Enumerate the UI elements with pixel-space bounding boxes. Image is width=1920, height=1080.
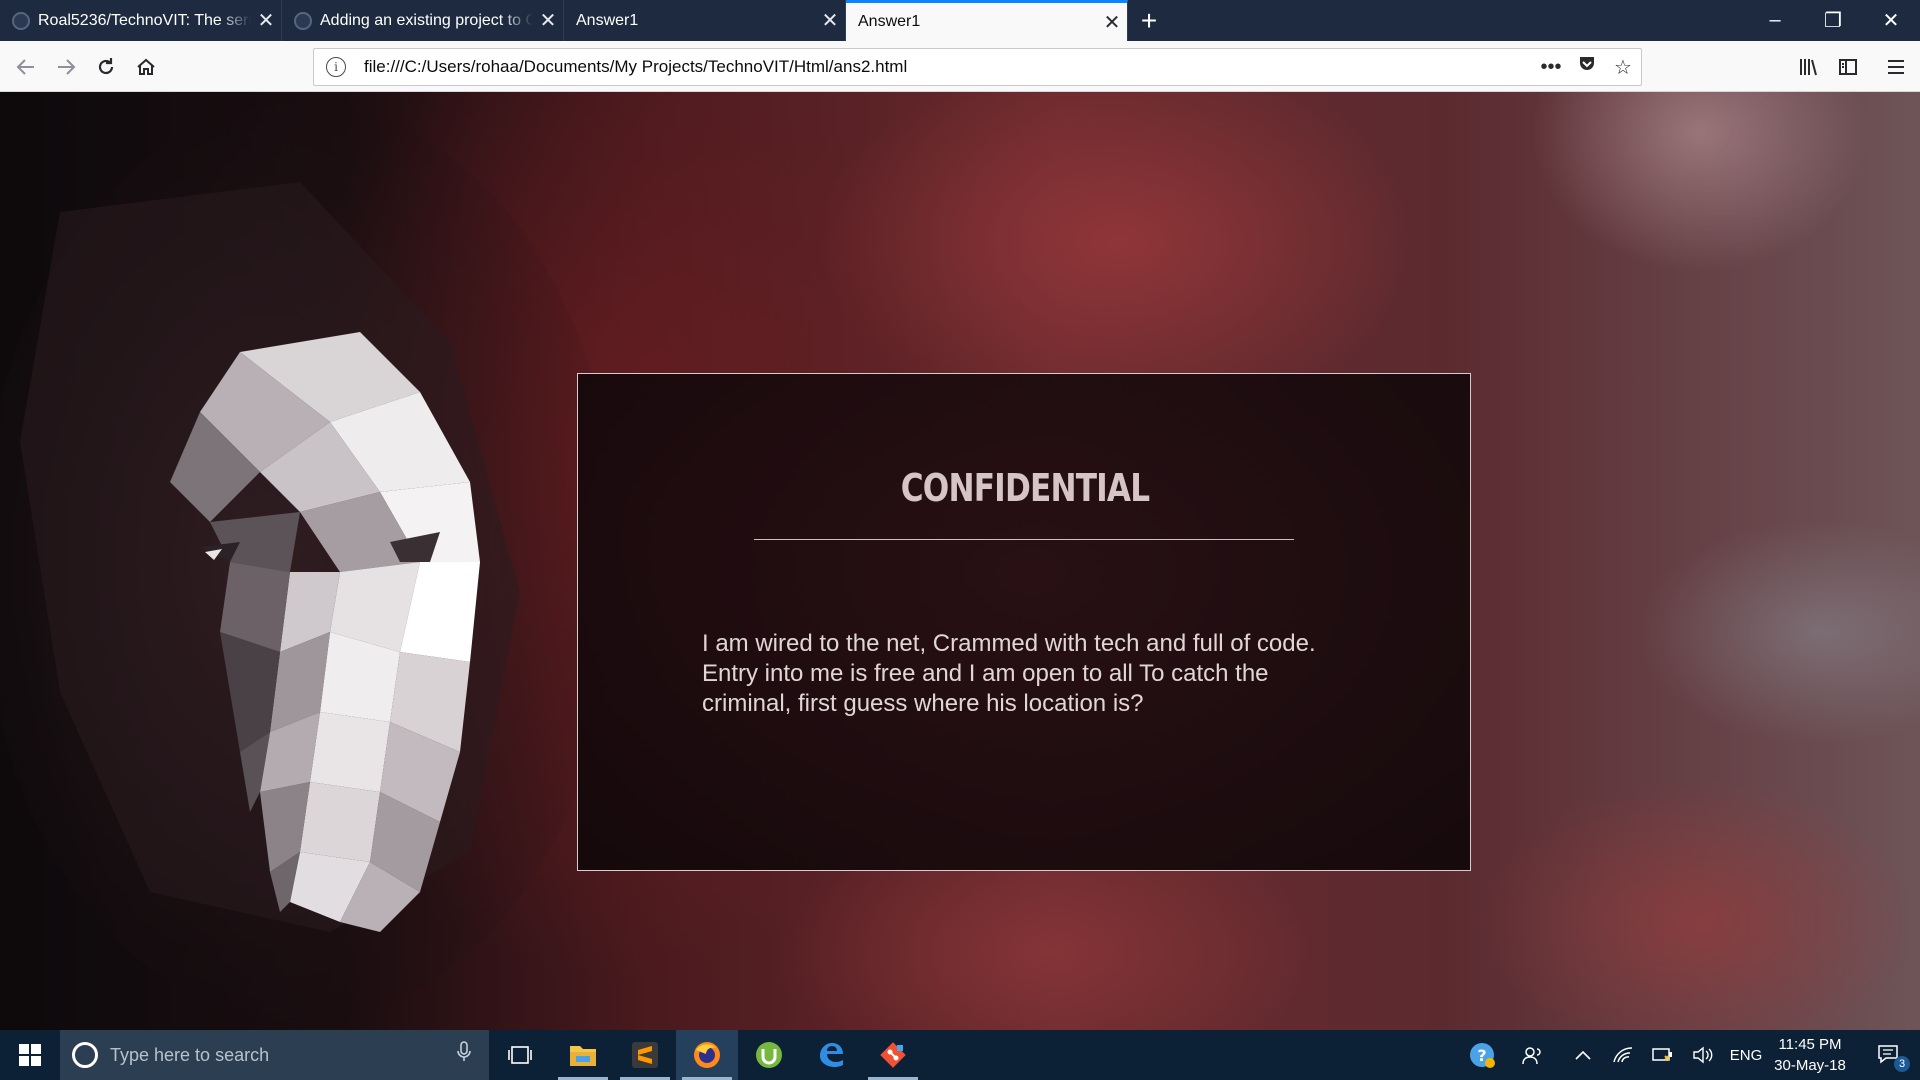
minimize-icon[interactable]: – [1746, 0, 1804, 41]
microphone-icon[interactable] [457, 1041, 471, 1069]
tab-close-icon[interactable]: ✕ [251, 8, 281, 33]
tab-title: Answer1 [858, 13, 921, 30]
start-button[interactable] [0, 1030, 60, 1080]
library-icon[interactable] [1790, 49, 1826, 85]
tab-answer1[interactable]: Answer1 ✕ [564, 0, 846, 41]
page-actions-icon[interactable]: ••• [1533, 56, 1569, 79]
back-arrow-icon [16, 59, 34, 75]
confidential-card: CONFIDENTIAL I am wired to the net, Cram… [577, 373, 1471, 871]
url-text[interactable]: file:///C:/Users/rohaa/Documents/My Proj… [364, 57, 1533, 77]
new-tab-button[interactable]: + [1128, 0, 1170, 41]
bookmark-star-icon[interactable]: ☆ [1605, 55, 1641, 80]
action-center-button[interactable]: 3 [1866, 1030, 1914, 1080]
github-icon [294, 11, 312, 30]
edge-icon[interactable] [800, 1030, 862, 1080]
low-poly-face-illustration [0, 102, 620, 1022]
search-placeholder[interactable]: Type here to search [110, 1045, 457, 1066]
page-info-icon[interactable]: i [326, 57, 346, 77]
file-explorer-icon[interactable] [552, 1030, 614, 1080]
task-view-icon[interactable] [489, 1030, 551, 1080]
tab-close-icon[interactable]: ✕ [815, 8, 845, 33]
git-icon[interactable] [862, 1030, 924, 1080]
volume-icon[interactable] [1688, 1030, 1718, 1080]
language-indicator[interactable]: ENG [1726, 1030, 1766, 1080]
firefox-icon[interactable] [676, 1030, 738, 1080]
clock-date: 30-May-18 [1774, 1057, 1846, 1074]
notification-count-badge: 3 [1894, 1056, 1910, 1072]
tab-title: Answer1 [576, 11, 639, 29]
confidential-heading: CONFIDENTIAL [900, 466, 1150, 510]
tab-github-technovit[interactable]: Roal5236/TechnoVIT: The series of ✕ [0, 0, 282, 41]
pocket-icon[interactable] [1569, 54, 1605, 80]
sidebar-toggle-icon[interactable] [1830, 49, 1866, 85]
back-button[interactable] [8, 49, 44, 85]
people-icon[interactable] [1516, 1030, 1550, 1080]
sublime-text-icon[interactable] [614, 1030, 676, 1080]
tab-answer1-active[interactable]: Answer1 ✕ [846, 0, 1128, 41]
utorrent-icon[interactable] [738, 1030, 800, 1080]
windows-logo-icon [19, 1044, 41, 1066]
close-icon[interactable]: ✕ [1862, 0, 1920, 41]
tab-title: Roal5236/TechnoVIT: The series of [38, 11, 251, 29]
address-bar[interactable]: i file:///C:/Users/rohaa/Documents/My Pr… [313, 48, 1642, 86]
tab-close-icon[interactable]: ✕ [1097, 10, 1127, 35]
navigation-bar: i file:///C:/Users/rohaa/Documents/My Pr… [0, 41, 1920, 92]
reload-button[interactable] [88, 49, 124, 85]
tab-title: Adding an existing project to GitHub [320, 11, 533, 29]
taskbar-search-box[interactable]: Type here to search [60, 1030, 489, 1080]
tab-github-adding-project[interactable]: Adding an existing project to GitHub ✕ [282, 0, 564, 41]
tab-strip: Roal5236/TechnoVIT: The series of ✕ Addi… [0, 0, 1920, 41]
menu-hamburger-icon[interactable] [1878, 49, 1914, 85]
page-content: CONFIDENTIAL I am wired to the net, Cram… [0, 92, 1920, 1030]
forward-arrow-icon [58, 59, 76, 75]
clock-time: 11:45 PM [1778, 1036, 1842, 1053]
restore-icon[interactable]: ❐ [1804, 0, 1862, 41]
show-hidden-icons-chevron-icon[interactable] [1568, 1030, 1598, 1080]
help-icon[interactable]: ? [1462, 1030, 1502, 1080]
taskbar-clock[interactable]: 11:45 PM 30-May-18 [1766, 1034, 1854, 1076]
home-icon [137, 58, 155, 75]
reload-icon [98, 58, 114, 75]
battery-icon[interactable] [1648, 1030, 1678, 1080]
cortana-icon[interactable] [72, 1042, 98, 1068]
heading-divider [754, 539, 1294, 540]
home-button[interactable] [128, 49, 164, 85]
forward-button[interactable] [48, 49, 84, 85]
window-controls: – ❐ ✕ [1746, 0, 1920, 41]
tab-close-icon[interactable]: ✕ [533, 8, 563, 33]
windows-taskbar: Type here to search ? ENG 11:45 PM 30-Ma… [0, 1030, 1920, 1080]
riddle-text: I am wired to the net, Crammed with tech… [702, 630, 1316, 717]
wifi-icon[interactable] [1608, 1030, 1638, 1080]
github-icon [12, 11, 30, 30]
